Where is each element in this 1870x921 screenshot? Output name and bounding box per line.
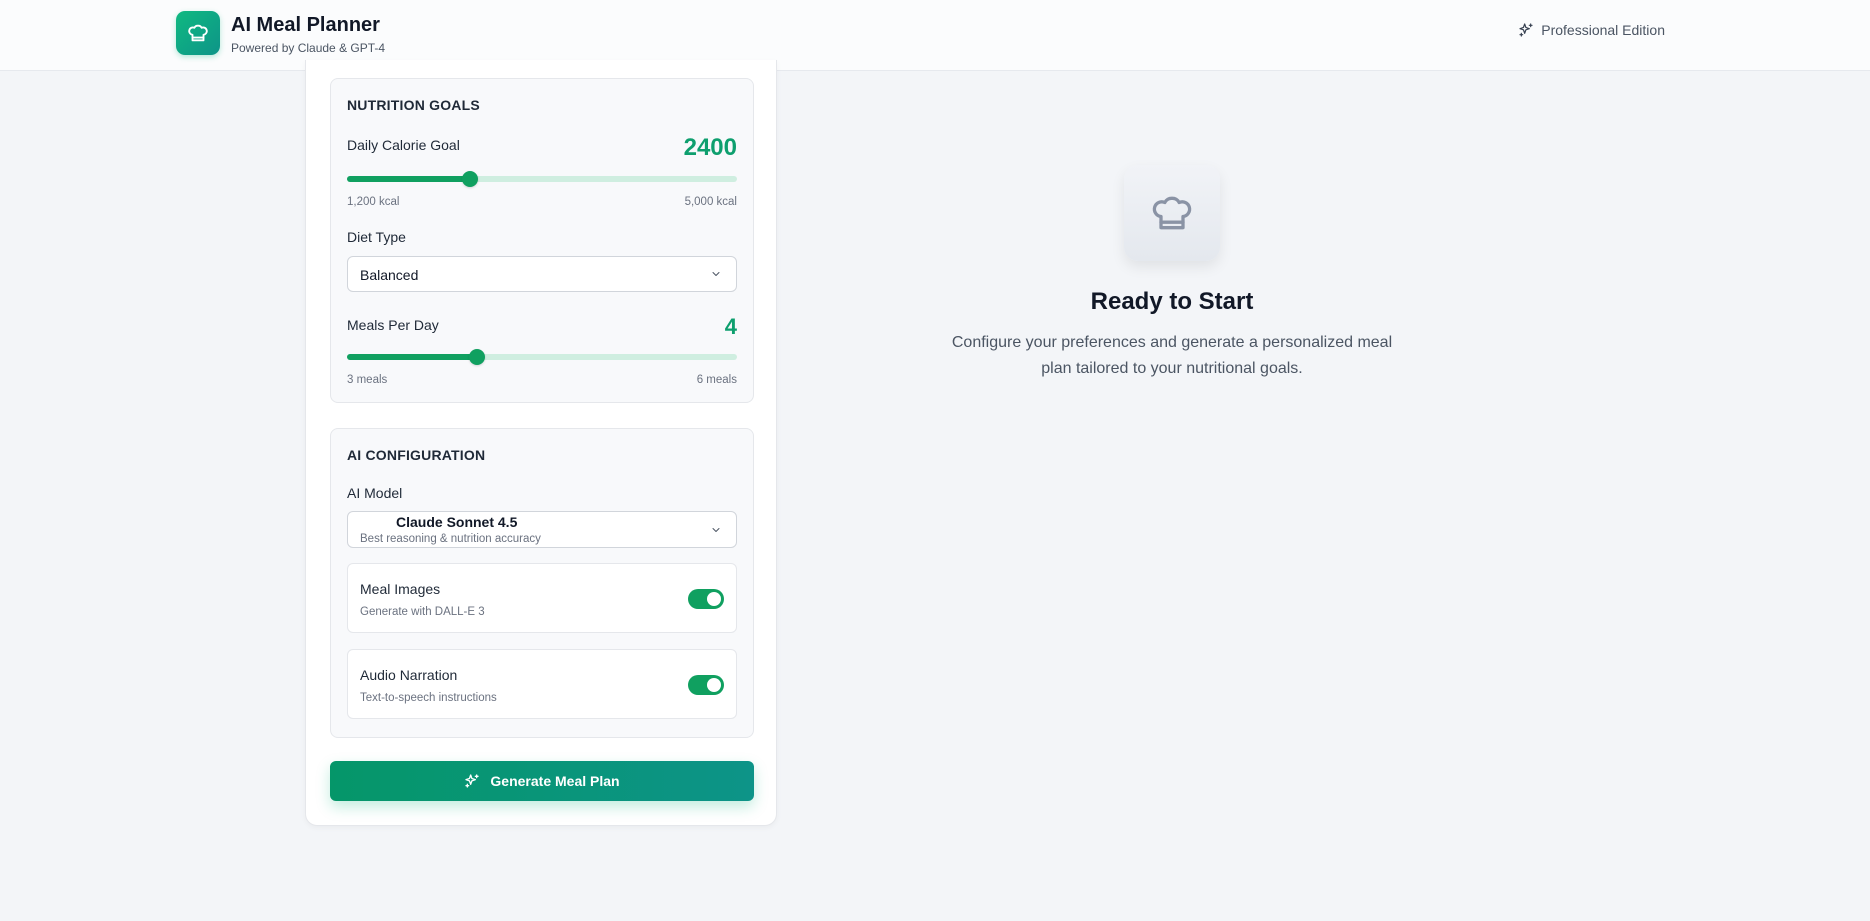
edition-badge: Professional Edition xyxy=(1518,22,1665,38)
meals-slider-fill xyxy=(347,354,477,360)
chef-hat-icon xyxy=(188,24,208,42)
empty-state-description: Configure your preferences and generate … xyxy=(951,334,1393,377)
audio-narration-option: Audio Narration Text-to-speech instructi… xyxy=(347,649,737,719)
toggle-knob xyxy=(707,678,721,692)
calorie-goal-value: 2400 xyxy=(683,134,737,161)
meal-images-toggle[interactable] xyxy=(688,589,724,609)
calorie-min-label: 1,200 kcal xyxy=(347,196,400,208)
calorie-goal-label: Daily Calorie Goal xyxy=(347,137,460,153)
nutrition-goals-section: NUTRITION GOALS Daily Calorie Goal 2400 … xyxy=(330,78,754,403)
chevron-down-icon xyxy=(712,527,720,532)
sparkles-icon xyxy=(1519,23,1533,37)
chef-hat-icon xyxy=(1152,196,1192,230)
audio-narration-toggle[interactable] xyxy=(688,675,724,695)
diet-type-label: Diet Type xyxy=(347,229,406,245)
sparkles-icon xyxy=(465,774,480,788)
app-header: AI Meal Planner Powered by Claude & GPT-… xyxy=(0,0,1870,71)
meal-images-title: Meal Images xyxy=(360,581,441,597)
nutrition-section-title: NUTRITION GOALS xyxy=(347,97,480,113)
app-title: AI Meal Planner xyxy=(231,14,380,36)
ai-model-label: AI Model xyxy=(347,485,403,501)
meals-slider[interactable] xyxy=(347,349,737,365)
calorie-max-label: 5,000 kcal xyxy=(684,196,737,208)
audio-narration-subtitle: Text-to-speech instructions xyxy=(360,692,497,704)
app-logo xyxy=(176,11,220,55)
generate-meal-plan-button[interactable]: Generate Meal Plan xyxy=(330,761,754,801)
ai-model-select[interactable]: Claude Sonnet 4.5 Best reasoning & nutri… xyxy=(347,511,737,548)
ai-section-title: AI CONFIGURATION xyxy=(347,447,486,463)
empty-state-icon-box xyxy=(1124,165,1220,261)
toggle-knob xyxy=(707,592,721,606)
meals-max-label: 6 meals xyxy=(696,374,737,386)
meals-min-label: 3 meals xyxy=(347,374,388,386)
edition-label: Professional Edition xyxy=(1541,22,1665,38)
config-panel: NUTRITION GOALS Daily Calorie Goal 2400 … xyxy=(305,60,777,826)
meal-images-subtitle: Generate with DALL-E 3 xyxy=(360,606,485,618)
meals-per-day-label: Meals Per Day xyxy=(347,317,439,333)
empty-state-title: Ready to Start xyxy=(1090,288,1254,315)
meals-per-day-value: 4 xyxy=(724,314,737,339)
ai-model-selected-name: Claude Sonnet 4.5 xyxy=(396,514,518,530)
generate-button-label: Generate Meal Plan xyxy=(490,773,620,789)
chevron-down-icon xyxy=(712,272,720,276)
ai-model-selected-desc: Best reasoning & nutrition accuracy xyxy=(360,533,541,545)
diet-type-select[interactable]: Balanced xyxy=(347,256,737,292)
calorie-slider-fill xyxy=(347,176,471,182)
calorie-slider-thumb[interactable] xyxy=(462,171,479,187)
diet-type-selected: Balanced xyxy=(360,267,419,283)
audio-narration-title: Audio Narration xyxy=(360,667,458,683)
app-subtitle: Powered by Claude & GPT-4 xyxy=(231,41,386,55)
meal-images-option: Meal Images Generate with DALL-E 3 xyxy=(347,563,737,633)
meals-slider-thumb[interactable] xyxy=(468,349,485,365)
ai-configuration-section: AI CONFIGURATION AI Model Claude Sonnet … xyxy=(330,428,754,738)
calorie-slider[interactable] xyxy=(347,171,737,187)
